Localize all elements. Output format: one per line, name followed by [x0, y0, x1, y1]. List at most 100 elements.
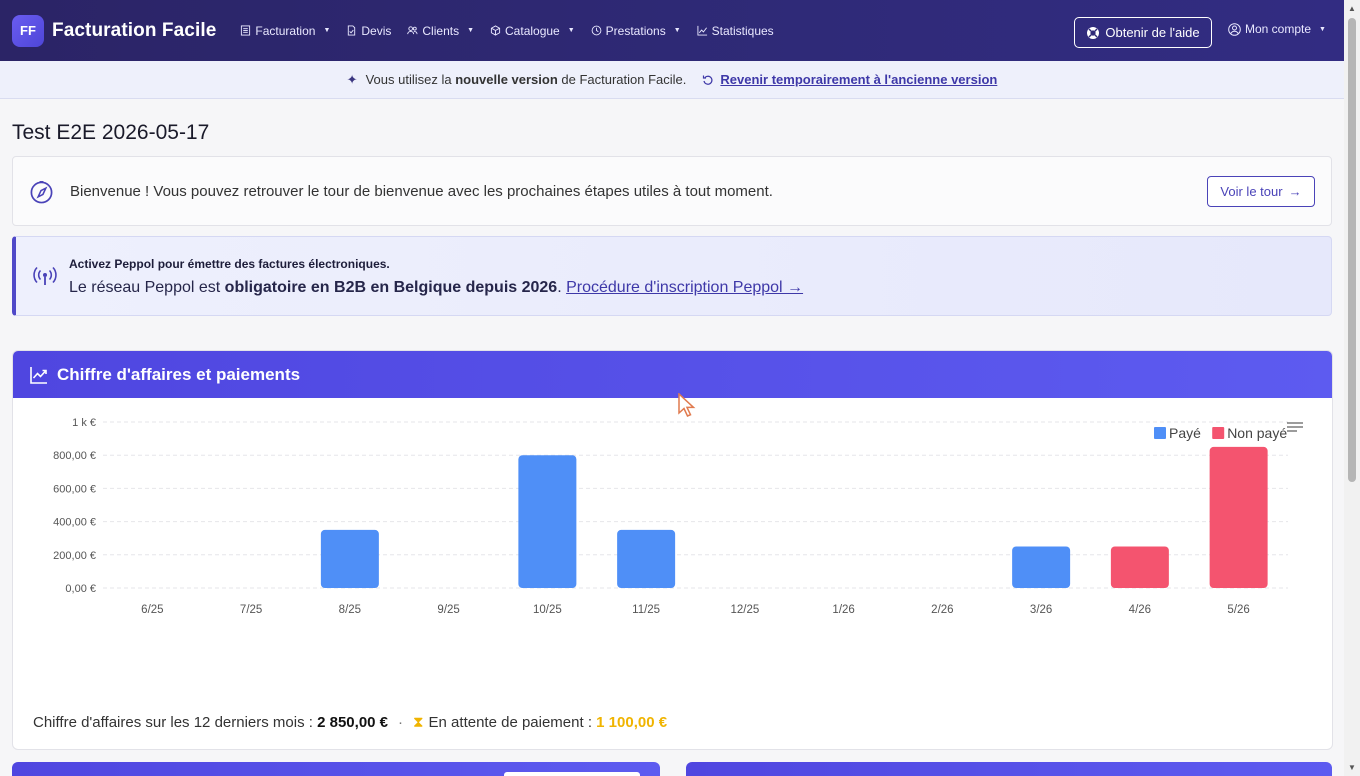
users-icon — [407, 26, 418, 35]
clock-icon — [591, 25, 602, 36]
nav-item-devis[interactable]: Devis — [346, 24, 391, 38]
user-circle-icon — [1228, 22, 1241, 36]
y-tick-label: 1 k € — [72, 417, 96, 429]
caret-down-icon: ▼ — [467, 27, 475, 34]
revenue-value: 2 850,00 € — [317, 714, 389, 731]
page-scrollbar[interactable]: ▲ ▼ — [1344, 0, 1360, 776]
chart-bar — [320, 529, 379, 588]
chart-bar — [1012, 546, 1071, 588]
nav-label: Catalogue — [505, 23, 560, 38]
document-icon — [348, 25, 356, 36]
legend-swatch — [1212, 427, 1225, 439]
invoice-icon — [241, 25, 251, 36]
version-banner: ✦ Vous utilisez la nouvelle version de F… — [0, 61, 1344, 99]
help-button[interactable]: Obtenir de l'aide — [1074, 17, 1212, 48]
x-tick-label: 9/25 — [437, 604, 459, 616]
banner-prefix: Vous utilisez la — [365, 72, 456, 87]
nav-item-statistiques[interactable]: Statistiques — [697, 24, 774, 38]
nav-label: Statistiques — [711, 23, 774, 38]
nav-item-clients[interactable]: Clients ▼ — [407, 24, 474, 38]
peppol-link[interactable]: Procédure d'inscription Peppol → — [566, 279, 803, 296]
chart-bar — [1110, 546, 1169, 588]
x-tick-label: 5/26 — [1227, 604, 1249, 616]
x-tick-label: 10/25 — [533, 604, 562, 616]
view-tour-button[interactable]: Voir le tour → — [1207, 176, 1315, 207]
brand-logo: FF — [12, 14, 44, 47]
hourglass-icon: ⧗ — [413, 714, 424, 731]
account-label: Mon compte — [1245, 22, 1312, 36]
peppol-title: Activez Peppol pour émettre des factures… — [69, 257, 390, 271]
scroll-thumb[interactable] — [1348, 18, 1356, 482]
help-label: Obtenir de l'aide — [1105, 25, 1200, 40]
nav-item-facturation[interactable]: Facturation ▼ — [240, 24, 330, 38]
legend-label: Non payé — [1227, 425, 1287, 441]
page-title: Test E2E 2026-05-17 — [12, 121, 210, 144]
y-tick-label: 600,00 € — [53, 483, 96, 495]
y-tick-label: 0,00 € — [65, 583, 96, 595]
caret-down-icon: ▼ — [567, 27, 575, 34]
revert-link-group: Revenir temporairement à l'ancienne vers… — [702, 72, 997, 87]
scroll-down-icon[interactable]: ▼ — [1348, 763, 1356, 772]
welcome-card: Bienvenue ! Vous pouvez retrouver le tou… — [12, 156, 1332, 226]
bottom-left-card-control[interactable] — [504, 772, 640, 776]
x-tick-label: 3/26 — [1030, 604, 1052, 616]
view-tour-label: Voir le tour — [1220, 184, 1283, 199]
nav-item-catalogue[interactable]: Catalogue ▼ — [490, 24, 575, 38]
peppol-alert: Activez Peppol pour émettre des factures… — [12, 236, 1332, 316]
revenue-summary: Chiffre d'affaires sur les 12 derniers m… — [33, 714, 667, 731]
nav-label: Prestations — [605, 23, 666, 38]
peppol-text-prefix: Le réseau Peppol est — [69, 279, 225, 296]
account-menu[interactable]: Mon compte ▼ — [1228, 22, 1326, 36]
x-tick-label: 12/25 — [730, 604, 759, 616]
box-icon — [490, 25, 501, 36]
sparkle-icon: ✦ — [346, 71, 358, 87]
nav-menu: Facturation ▼ Devis Clients ▼ Catalogue ▼ P… — [240, 24, 774, 38]
pending-value: 1 100,00 € — [596, 714, 668, 731]
caret-down-icon: ▼ — [323, 27, 331, 34]
legend-label: Payé — [1169, 425, 1201, 441]
revenue-label: Chiffre d'affaires sur les 12 derniers m… — [33, 714, 318, 731]
x-tick-label: 8/25 — [339, 604, 361, 616]
caret-down-icon: ▼ — [673, 27, 681, 34]
nav-item-prestations[interactable]: Prestations ▼ — [591, 24, 681, 38]
legend-swatch — [1154, 427, 1166, 439]
y-tick-label: 400,00 € — [53, 517, 96, 529]
peppol-text-sep: . — [557, 279, 567, 296]
y-tick-label: 200,00 € — [53, 550, 96, 562]
scroll-up-icon[interactable]: ▲ — [1348, 4, 1356, 13]
compass-icon — [30, 180, 53, 203]
top-navbar: FF Facturation Facile Facturation ▼ Devis… — [0, 0, 1344, 61]
pending-label: En attente de paiement : — [428, 714, 597, 731]
revenue-bar-chart: 0,00 € 200,00 € 400,00 € 600,00 € 800,00 € 1 … — [53, 417, 1303, 616]
y-tick-label: 800,00 € — [53, 450, 96, 462]
banner-suffix: de Facturation Facile. — [557, 72, 687, 87]
x-tick-label: 2/26 — [931, 604, 953, 616]
x-tick-label: 4/26 — [1129, 604, 1151, 616]
nav-label: Facturation — [255, 23, 316, 38]
chart-card-header: Chiffre d'affaires et paiements — [13, 351, 1332, 398]
nav-label: Clients — [422, 23, 460, 38]
chart-bar — [518, 455, 577, 588]
broadcast-icon — [33, 266, 57, 285]
revert-link[interactable]: Revenir temporairement à l'ancienne vers… — [720, 72, 997, 87]
revenue-chart-card: Chiffre d'affaires et paiements 0,00 € 20… — [12, 350, 1333, 750]
welcome-text: Bienvenue ! Vous pouvez retrouver le tou… — [70, 182, 773, 200]
caret-down-icon: ▼ — [1319, 25, 1326, 33]
peppol-text: Le réseau Peppol est obligatoire en B2B … — [69, 279, 803, 297]
banner-bold: nouvelle version — [455, 72, 558, 87]
peppol-text-bold: obligatoire en B2B en Belgique depuis 20… — [224, 279, 558, 296]
trend-up-icon — [30, 366, 47, 384]
lifebuoy-icon — [1087, 26, 1100, 39]
bottom-right-card — [686, 762, 1332, 776]
arrow-right-icon: → — [1288, 184, 1302, 199]
brand[interactable]: FF Facturation Facile — [12, 14, 217, 47]
undo-icon — [703, 75, 713, 85]
x-tick-label: 11/25 — [632, 604, 660, 616]
summary-separator: · — [398, 714, 404, 731]
chart-bar — [617, 529, 676, 588]
chart-card-title: Chiffre d'affaires et paiements — [57, 364, 301, 384]
brand-name: Facturation Facile — [52, 19, 217, 41]
x-tick-label: 1/26 — [832, 604, 854, 616]
nav-label: Devis — [361, 23, 392, 38]
chart-bar — [1209, 446, 1268, 588]
